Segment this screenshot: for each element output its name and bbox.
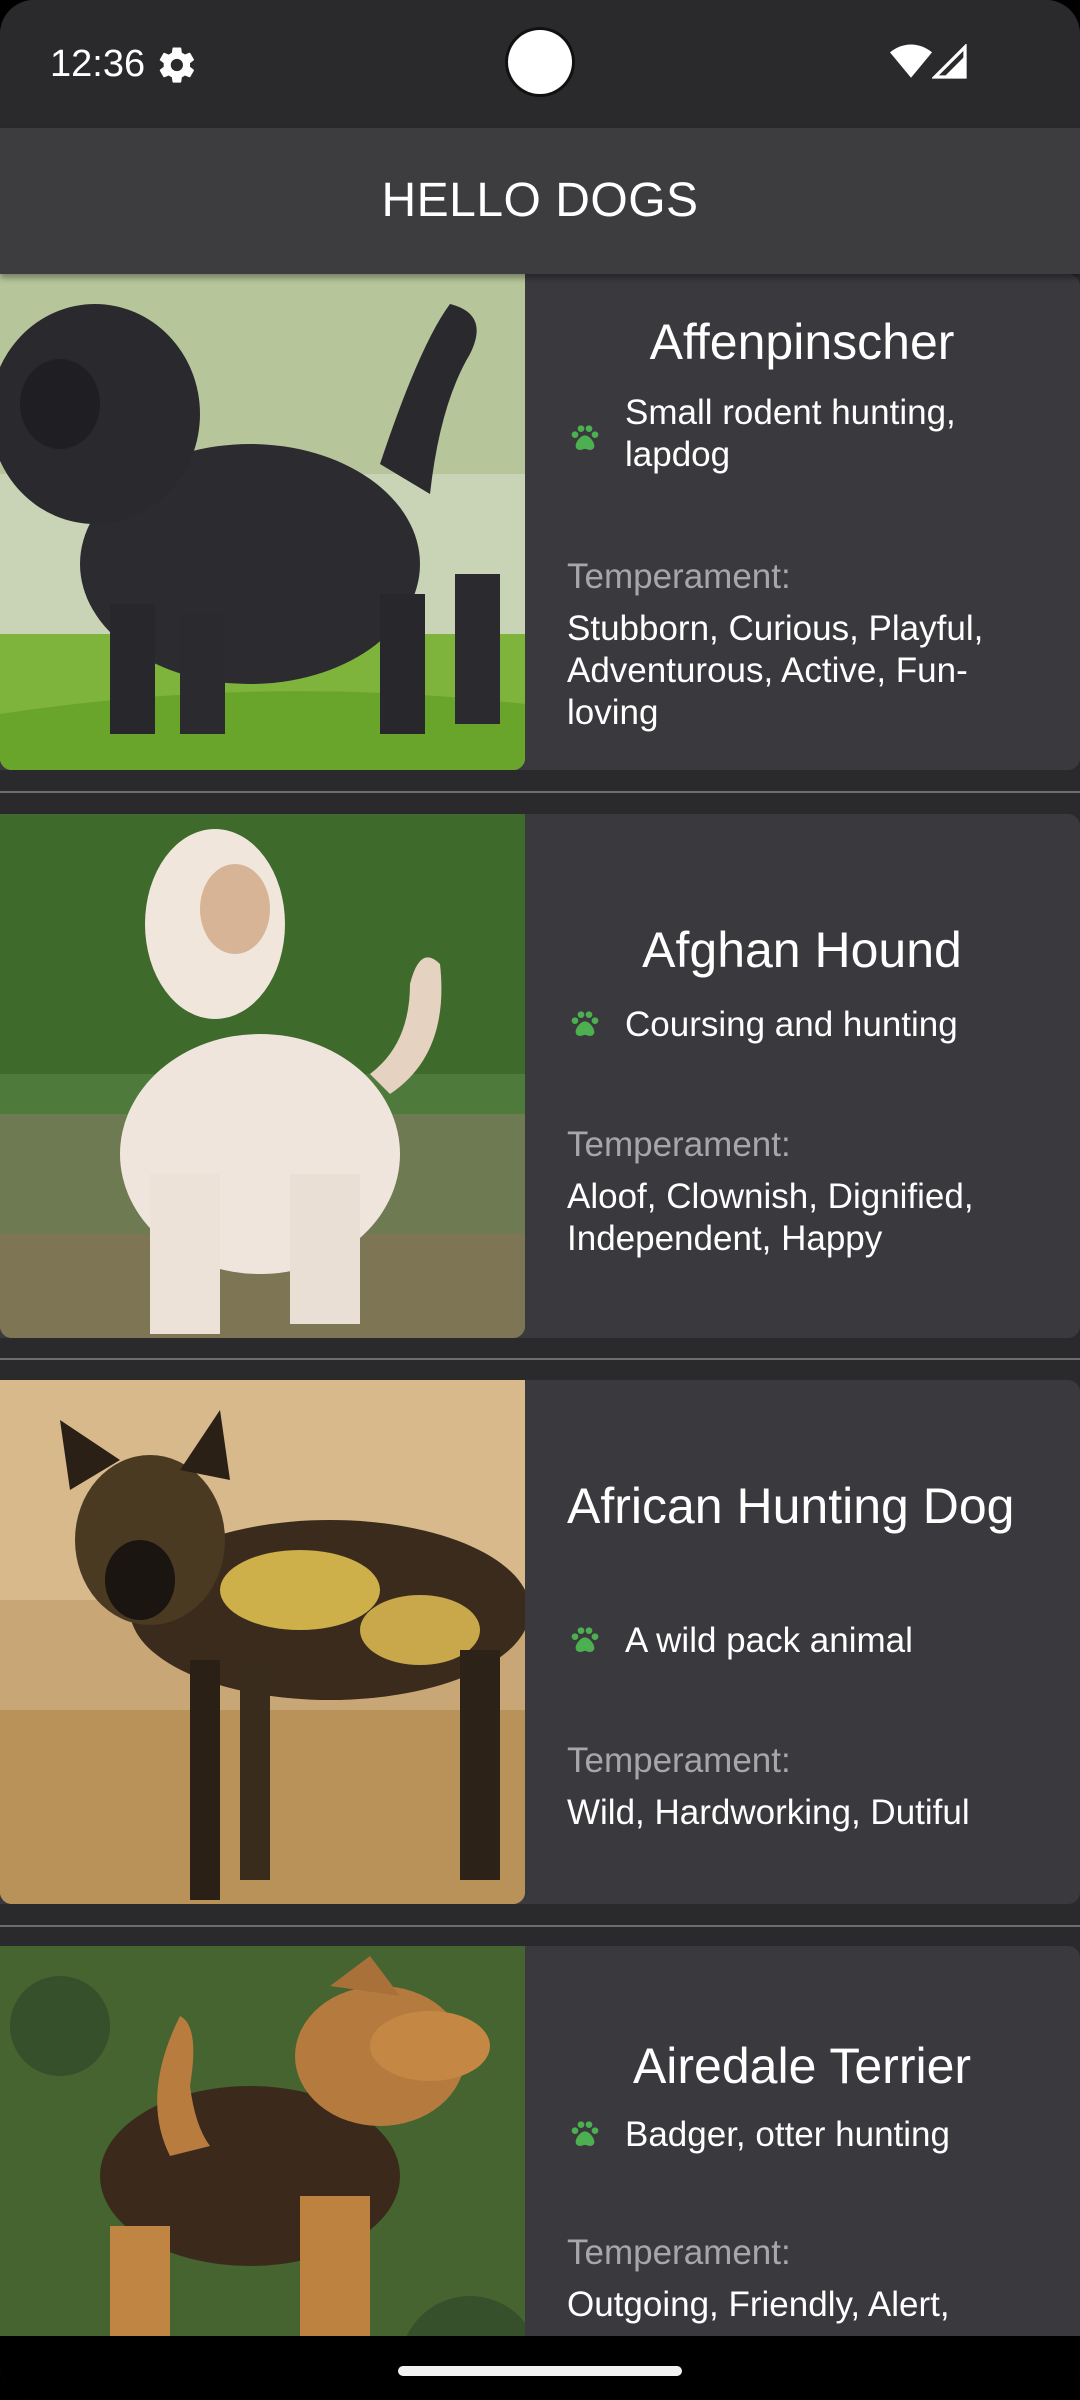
temperament-label: Temperament: xyxy=(567,1741,791,1780)
temperament-value: Aloof, Clownish, Dignified, Independent,… xyxy=(567,1177,974,1258)
dog-list[interactable]: Affenpinscher Small rodent hunting, lapd… xyxy=(0,274,1080,2336)
dog-card-affenpinscher[interactable]: Affenpinscher Small rodent hunting, lapd… xyxy=(0,274,1080,770)
bred-for-text: Badger, otter hunting xyxy=(625,2115,950,2154)
temperament-value: Wild, Hardworking, Dutiful xyxy=(567,1793,970,1832)
temperament-value: Stubborn, Curious, Playful, Adventurous,… xyxy=(567,609,984,732)
wifi-icon xyxy=(890,44,932,78)
temperament-label: Temperament: xyxy=(567,2233,791,2272)
dog-card-african-hunting-dog[interactable]: African Hunting Dog A wild pack animal T… xyxy=(0,1380,1080,1904)
breed-name: Airedale Terrier xyxy=(632,2038,972,2094)
bred-for-text: Coursing and hunting xyxy=(625,1005,958,1044)
dog-card-afghan-hound[interactable]: Afghan Hound Coursing and hunting Temper… xyxy=(0,814,1080,1338)
dog-photo xyxy=(0,1946,525,2336)
dog-info: Airedale Terrier Badger, otter hunting T… xyxy=(525,1946,1080,2336)
breed-name: African Hunting Dog xyxy=(567,1478,1015,1534)
signal-icon xyxy=(932,44,967,79)
dog-info: Affenpinscher Small rodent hunting, lapd… xyxy=(525,274,1080,770)
temperament-value: Outgoing, Friendly, Alert, xyxy=(567,2285,950,2324)
bred-for-text: Small rodent hunting, lapdog xyxy=(625,393,956,474)
home-gesture-handle[interactable] xyxy=(398,2366,682,2376)
camera-cutout xyxy=(508,30,572,94)
breed-name: Affenpinscher xyxy=(649,314,955,370)
paw-icon xyxy=(571,425,599,450)
temperament-label: Temperament: xyxy=(567,1125,791,1164)
dog-info: Afghan Hound Coursing and hunting Temper… xyxy=(525,814,1080,1338)
app-title: HELLO DOGS xyxy=(381,174,699,227)
bred-for-text: A wild pack animal xyxy=(625,1621,913,1660)
status-bar: 12:36 xyxy=(0,0,1080,128)
breed-name: Afghan Hound xyxy=(642,922,962,978)
phone-screen: 12:36 HELLO DOGS Affenpinscher Small rod… xyxy=(0,0,1080,2400)
list-divider xyxy=(0,1358,1080,1360)
paw-icon xyxy=(571,1627,599,1652)
status-time: 12:36 xyxy=(50,43,146,85)
gear-icon xyxy=(159,47,194,83)
list-divider xyxy=(0,1925,1080,1927)
paw-icon xyxy=(571,2121,599,2146)
app-bar: HELLO DOGS xyxy=(0,128,1080,274)
dog-card-airedale-terrier[interactable]: Airedale Terrier Badger, otter hunting T… xyxy=(0,1946,1080,2336)
paw-icon xyxy=(571,1011,599,1036)
dog-info: African Hunting Dog A wild pack animal T… xyxy=(525,1380,1080,1904)
dog-photo xyxy=(0,274,525,770)
dog-photo xyxy=(0,814,525,1338)
navigation-bar xyxy=(0,2336,1080,2400)
temperament-label: Temperament: xyxy=(567,557,791,596)
dog-photo xyxy=(0,1380,525,1904)
list-divider xyxy=(0,791,1080,793)
